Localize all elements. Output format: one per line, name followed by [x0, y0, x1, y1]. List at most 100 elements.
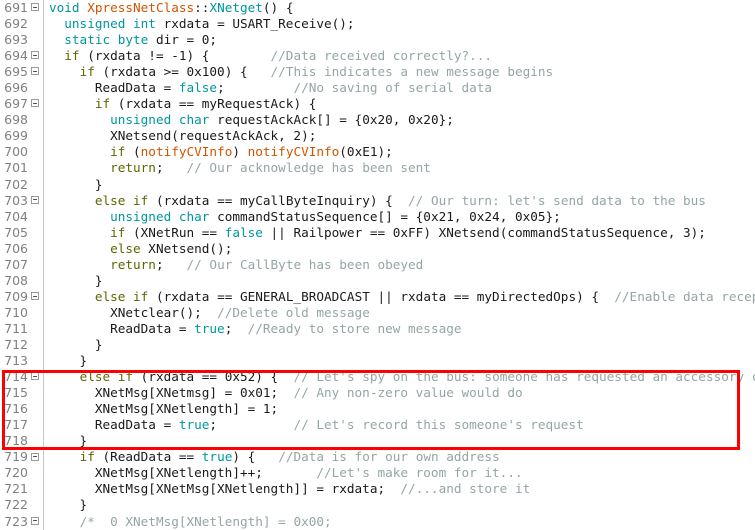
code-line[interactable]: 699 XNetsend(requestAckAck, 2); — [0, 128, 755, 145]
code-editor[interactable]: 691 void XpressNetClass::XNetget() {692 u… — [0, 0, 755, 530]
fold-minus-icon[interactable] — [31, 452, 39, 461]
code-line[interactable]: 705 if (XNetRun == false || Railpower ==… — [0, 224, 755, 241]
line-number: 707 — [4, 256, 28, 272]
line-number: 719 — [4, 449, 28, 465]
line-number: 712 — [4, 336, 28, 352]
line-number: 696 — [4, 80, 28, 96]
code-line[interactable]: 713 } — [0, 353, 755, 370]
fold-minus-icon[interactable] — [31, 51, 39, 60]
code-line[interactable]: 692 unsigned int rxdata = USART_Receive(… — [0, 16, 755, 33]
code-text[interactable]: XNetMsg[XNetlength] = 1; — [44, 401, 755, 417]
code-text[interactable]: ReadData = false; //No saving of serial … — [44, 80, 755, 96]
fold-minus-icon[interactable] — [31, 3, 39, 12]
code-text[interactable]: ReadData = true; //Ready to store new me… — [44, 321, 755, 337]
code-text[interactable]: else XNetsend(); — [44, 241, 755, 257]
code-token: ; — [155, 256, 187, 272]
code-line[interactable]: 718 } — [0, 433, 755, 450]
code-lines-container[interactable]: 691 void XpressNetClass::XNetget() {692 u… — [0, 0, 755, 530]
code-text[interactable]: XNetMsg[XNetmsg] = 0x01; // Any non-zero… — [44, 385, 755, 401]
fold-minus-icon[interactable] — [31, 372, 39, 381]
code-token: commandStatusSequence[] = {0x21, 0x24, 0… — [217, 208, 561, 224]
code-line[interactable]: 696 ReadData = false; //No saving of ser… — [0, 80, 755, 97]
code-text[interactable]: return; // Our CallByte has been obeyed — [44, 257, 755, 273]
code-line[interactable]: 700 if (notifyCVInfo) notifyCVInfo(0xE1)… — [0, 144, 755, 161]
code-line[interactable]: 719 if (ReadData == true) { //Data is fo… — [0, 449, 755, 466]
code-line[interactable]: 722 } — [0, 497, 755, 514]
code-line[interactable]: 715 XNetMsg[XNetmsg] = 0x01; // Any non-… — [0, 385, 755, 402]
code-line[interactable]: 707 return; // Our CallByte has been obe… — [0, 256, 755, 273]
code-line[interactable]: 709 else if (rxdata == GENERAL_BROADCAST… — [0, 288, 755, 305]
code-text[interactable]: void XpressNetClass::XNetget() { — [44, 0, 755, 16]
code-token: rxdata = USART_Receive(); — [163, 16, 355, 32]
code-text[interactable]: XNetclear(); //Delete old message — [44, 305, 755, 321]
code-text[interactable]: } — [44, 177, 755, 193]
code-line[interactable]: 701 return; // Our acknowledge has been … — [0, 160, 755, 177]
code-token: (XNetRun == — [125, 224, 225, 240]
code-text[interactable]: } — [44, 273, 755, 289]
code-token: ReadData = — [49, 417, 179, 433]
code-text[interactable]: return; // Our acknowledge has been sent — [44, 160, 755, 176]
code-line[interactable]: 716 XNetMsg[XNetlength] = 1; — [0, 401, 755, 418]
code-token: ( — [125, 144, 141, 160]
code-text[interactable]: if (rxdata == myRequestAck) { — [44, 96, 755, 112]
code-text[interactable]: XNetsend(requestAckAck, 2); — [44, 128, 755, 144]
code-line[interactable]: 712 } — [0, 336, 755, 354]
code-token: } — [49, 272, 103, 288]
code-line[interactable]: 698 unsigned char requestAckAck[] = {0x2… — [0, 112, 755, 129]
code-line[interactable]: 702 } — [0, 176, 755, 193]
code-line[interactable]: 721 XNetMsg[XNetMsg[XNetlength]] = rxdat… — [0, 481, 755, 498]
fold-minus-icon[interactable] — [31, 67, 39, 76]
code-line[interactable]: 693 static byte dir = 0; — [0, 32, 755, 49]
code-text[interactable]: if (rxdata >= 0x100) { //This indicates … — [44, 64, 755, 80]
code-text[interactable]: unsigned char commandStatusSequence[] = … — [44, 209, 755, 225]
code-text[interactable]: static byte dir = 0; — [44, 32, 755, 48]
code-text[interactable]: XNetMsg[XNetlength]++; //Let's make room… — [44, 465, 755, 481]
code-text[interactable]: } — [44, 353, 755, 369]
code-line[interactable]: 703 else if (rxdata == myCallByteInquiry… — [0, 192, 755, 209]
code-token: //This indicates a new message begins — [270, 64, 554, 80]
code-text[interactable]: if (notifyCVInfo) notifyCVInfo(0xE1); — [44, 144, 755, 160]
code-line[interactable]: 694 if (rxdata != -1) { //Data received … — [0, 48, 755, 65]
line-number: 716 — [4, 401, 28, 417]
line-number: 700 — [4, 144, 28, 160]
code-line[interactable]: 714 else if (rxdata == 0x52) { // Let's … — [0, 369, 755, 386]
code-line[interactable]: 695 if (rxdata >= 0x100) { //This indica… — [0, 64, 755, 81]
code-line[interactable]: 720 XNetMsg[XNetlength]++; //Let's make … — [0, 465, 755, 482]
code-line[interactable]: 723 /* 0 XNetMsg[XNetlength] = 0x00; — [0, 513, 755, 530]
code-text[interactable]: ReadData = true; // Let's record this so… — [44, 417, 755, 433]
line-number: 705 — [4, 224, 28, 240]
code-text[interactable]: } — [44, 497, 755, 513]
code-text[interactable]: else if (rxdata == 0x52) { // Let's spy … — [44, 369, 755, 385]
code-text[interactable]: else if (rxdata == myCallByteInquiry) { … — [44, 193, 755, 209]
code-text[interactable]: unsigned char requestAckAck[] = {0x20, 0… — [44, 112, 755, 128]
code-token: } — [49, 336, 103, 352]
code-text[interactable]: if (ReadData == true) { //Data is for ou… — [44, 449, 755, 465]
code-token: if — [79, 64, 95, 80]
code-text[interactable]: if (XNetRun == false || Railpower == 0xF… — [44, 225, 755, 241]
code-text[interactable]: /* 0 XNetMsg[XNetlength] = 0x00; — [44, 514, 755, 530]
code-text[interactable]: if (rxdata != -1) { //Data received corr… — [44, 48, 755, 64]
fold-minus-icon[interactable] — [31, 292, 39, 301]
fold-minus-icon[interactable] — [31, 99, 39, 108]
code-token: XNetclear(); — [49, 304, 218, 320]
line-number: 695 — [4, 64, 28, 80]
code-text[interactable]: else if (rxdata == GENERAL_BROADCAST || … — [44, 289, 755, 305]
code-line[interactable]: 710 XNetclear(); //Delete old message — [0, 304, 755, 321]
code-line[interactable]: 697 if (rxdata == myRequestAck) { — [0, 96, 755, 113]
code-text[interactable]: unsigned int rxdata = USART_Receive(); — [44, 16, 755, 32]
code-line[interactable]: 711 ReadData = true; //Ready to store ne… — [0, 320, 755, 337]
fold-minus-icon[interactable] — [31, 516, 39, 525]
code-text[interactable]: XNetMsg[XNetMsg[XNetlength]] = rxdata; /… — [44, 481, 755, 497]
fold-minus-icon[interactable] — [31, 195, 39, 204]
code-line[interactable]: 706 else XNetsend(); — [0, 240, 755, 257]
code-token: (rxdata == myRequestAck) { — [110, 96, 317, 112]
code-line[interactable]: 717 ReadData = true; // Let's record thi… — [0, 417, 755, 434]
code-text[interactable]: } — [44, 433, 755, 449]
code-line[interactable]: 704 unsigned char commandStatusSequence[… — [0, 208, 755, 225]
code-text[interactable]: } — [44, 337, 755, 353]
code-line[interactable]: 691 void XpressNetClass::XNetget() { — [0, 0, 755, 17]
code-line[interactable]: 708 } — [0, 272, 755, 289]
